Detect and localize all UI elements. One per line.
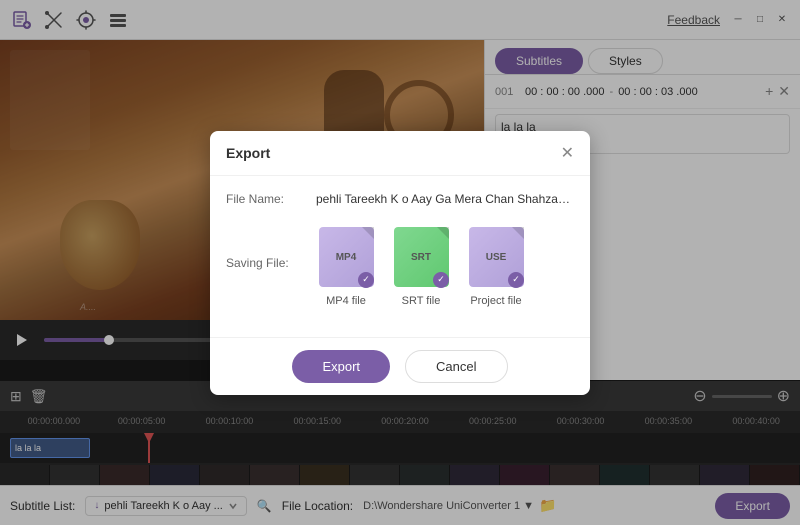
srt-checkmark: ✓	[433, 272, 449, 288]
srt-type-label: SRT	[411, 252, 431, 263]
file-option-srt[interactable]: SRT ✓ SRT file	[391, 225, 451, 307]
mp4-label: MP4 file	[326, 295, 366, 307]
file-name-value: pehli Tareekh K o Aay Ga Mera Chan Shahz…	[316, 192, 574, 206]
saving-file-row: Saving File: MP4 ✓ MP4 file	[226, 220, 574, 307]
export-dialog: Export ✕ File Name: pehli Tareekh K o Aa…	[210, 131, 590, 395]
mp4-file-icon: MP4 ✓	[316, 225, 376, 290]
saving-file-label: Saving File:	[226, 256, 306, 270]
file-options: MP4 ✓ MP4 file SRT ✓	[316, 225, 526, 307]
file-name-row: File Name: pehli Tareekh K o Aay Ga Mera…	[226, 192, 574, 206]
dialog-export-button[interactable]: Export	[292, 350, 390, 383]
project-checkmark: ✓	[508, 272, 524, 288]
project-type-label: USE	[486, 252, 507, 263]
dialog-title: Export	[226, 145, 270, 161]
dialog-footer: Export Cancel	[210, 337, 590, 395]
mp4-checkmark: ✓	[358, 272, 374, 288]
file-option-project[interactable]: USE ✓ Project file	[466, 225, 526, 307]
project-file-icon: USE ✓	[466, 225, 526, 290]
srt-label: SRT file	[402, 295, 441, 307]
dialog-close-button[interactable]: ✕	[561, 143, 574, 163]
file-name-label: File Name:	[226, 192, 306, 206]
dialog-body: File Name: pehli Tareekh K o Aay Ga Mera…	[210, 176, 590, 337]
file-option-mp4[interactable]: MP4 ✓ MP4 file	[316, 225, 376, 307]
dialog-overlay: Export ✕ File Name: pehli Tareekh K o Aa…	[0, 0, 800, 525]
dialog-cancel-button[interactable]: Cancel	[405, 350, 507, 383]
dialog-header: Export ✕	[210, 131, 590, 176]
project-label: Project file	[470, 295, 521, 307]
mp4-type-label: MP4	[336, 252, 357, 263]
srt-file-icon: SRT ✓	[391, 225, 451, 290]
